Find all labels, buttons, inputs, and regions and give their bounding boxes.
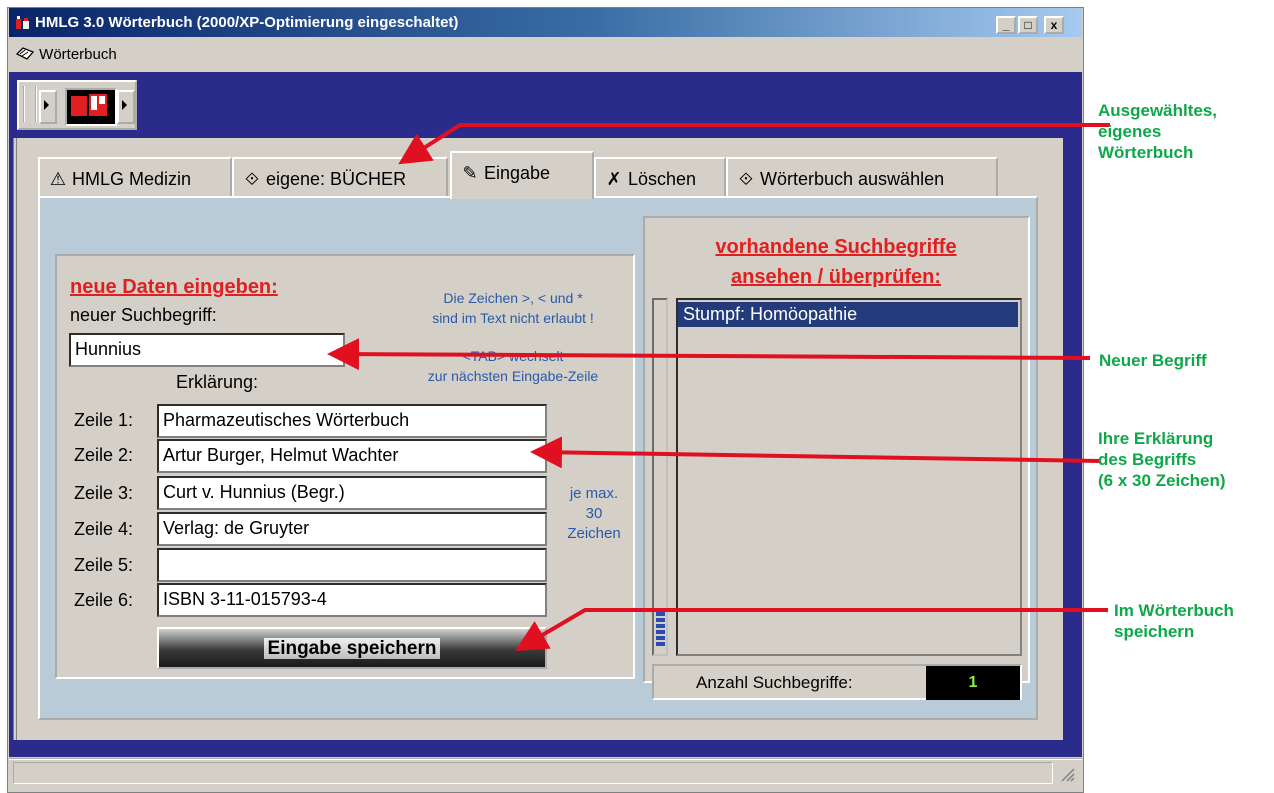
tab-woerterbuch-auswaehlen[interactable]: ⟐ Wörterbuch auswählen xyxy=(726,157,998,197)
line-label: Zeile 4: xyxy=(74,519,134,539)
tab-eigene-buecher[interactable]: ⟐ eigene: BÜCHER xyxy=(232,157,448,197)
status-panel xyxy=(13,762,1053,784)
scroll-grip-icon xyxy=(656,612,665,648)
app-logo-icon[interactable] xyxy=(65,88,117,126)
warning-people-icon: ⚠ xyxy=(49,169,67,189)
line-label: Zeile 1: xyxy=(74,410,134,430)
callout-save: Im Wörterbuch speichern xyxy=(1114,601,1234,641)
tab-loeschen[interactable]: ✗ Löschen xyxy=(594,157,726,197)
line-label: Zeile 6: xyxy=(74,590,134,610)
term-count-value: 1 xyxy=(926,666,1020,700)
toolbar xyxy=(17,80,137,130)
explanation-line-4-input[interactable]: Verlag: de Gruyter xyxy=(157,512,547,546)
term-count-label: Anzahl Suchbegriffe: xyxy=(696,673,853,692)
save-button-label: Eingabe speichern xyxy=(263,638,441,659)
window-title: HMLG 3.0 Wörterbuch (2000/XP-Optimierung… xyxy=(35,14,459,31)
tab-eingabe[interactable]: ✎ Eingabe xyxy=(450,151,594,199)
book-icon: ⟐ xyxy=(738,169,754,189)
menu-item-woerterbuch[interactable]: Wörterbuch xyxy=(15,46,117,63)
explanation-label: Erklärung: xyxy=(176,372,259,392)
terms-listbox[interactable] xyxy=(676,298,1022,656)
line-label: Zeile 5: xyxy=(74,555,134,575)
menu-bar: Wörterbuch xyxy=(9,38,1082,72)
hint-forbidden-chars: Die Zeichen >, < und * sind im Text nicht… xyxy=(432,290,594,326)
book-icon: ⟐ xyxy=(244,169,260,189)
toolbar-arrow-right-button[interactable] xyxy=(117,90,135,124)
explanation-line-3-input[interactable]: Curt v. Hunnius (Begr.) xyxy=(157,476,547,510)
list-scrollbar[interactable] xyxy=(652,298,668,656)
max-chars-hint: je max. 30 Zeichen xyxy=(567,485,621,542)
app-bottles-icon xyxy=(16,16,29,29)
title-bar[interactable]: HMLG 3.0 Wörterbuch (2000/XP-Optimierung… xyxy=(9,8,1082,37)
toolbar-arrow-left-button[interactable] xyxy=(39,90,57,124)
line-label: Zeile 2: xyxy=(74,445,134,465)
explanation-line-5-input[interactable] xyxy=(157,548,547,582)
hint-tab: <TAB> wechselt zur nächsten Eingabe-Zeile xyxy=(427,348,599,384)
callout-new-term: Neuer Begriff xyxy=(1099,351,1207,370)
callout-explanation: Ihre Erklärung des Begriffs (6 x 30 Zeiche… xyxy=(1098,429,1226,490)
explanation-line-6-input[interactable]: ISBN 3-11-015793-4 xyxy=(157,583,547,617)
list-item[interactable]: Stumpf: Homöopathie xyxy=(678,302,1018,327)
line-label: Zeile 3: xyxy=(74,483,134,503)
maximize-button[interactable]: □ xyxy=(1018,16,1038,34)
search-label: neuer Suchbegriff: xyxy=(70,305,217,325)
callout-dictionary: Ausgewähltes, eigenes Wörterbuch xyxy=(1098,101,1218,162)
explanation-line-1-input[interactable]: Pharmazeutisches Wörterbuch xyxy=(157,404,547,438)
book-icon xyxy=(15,47,35,60)
triangle-right-icon xyxy=(44,100,49,110)
form-heading: neue Daten eingeben: xyxy=(70,276,278,298)
save-entry-button[interactable]: Eingabe speichern xyxy=(157,627,547,669)
minimize-button[interactable]: _ xyxy=(996,16,1016,34)
menu-item-label: Wörterbuch xyxy=(39,46,117,63)
close-button[interactable]: x xyxy=(1044,16,1064,34)
eraser-icon: ✗ xyxy=(606,169,622,189)
existing-terms-heading: vorhandene Suchbegriffe ansehen / überprü… xyxy=(715,236,957,288)
tab-hmlg-medizin[interactable]: ⚠ HMLG Medizin xyxy=(38,157,232,197)
triangle-right-icon xyxy=(122,100,127,110)
toolbar-grip[interactable] xyxy=(23,86,37,122)
resize-grip-icon[interactable] xyxy=(1058,765,1076,783)
notepad-edit-icon: ✎ xyxy=(462,163,478,183)
explanation-line-2-input[interactable]: Artur Burger, Helmut Wachter xyxy=(157,439,547,473)
search-input[interactable]: Hunnius xyxy=(69,333,345,367)
